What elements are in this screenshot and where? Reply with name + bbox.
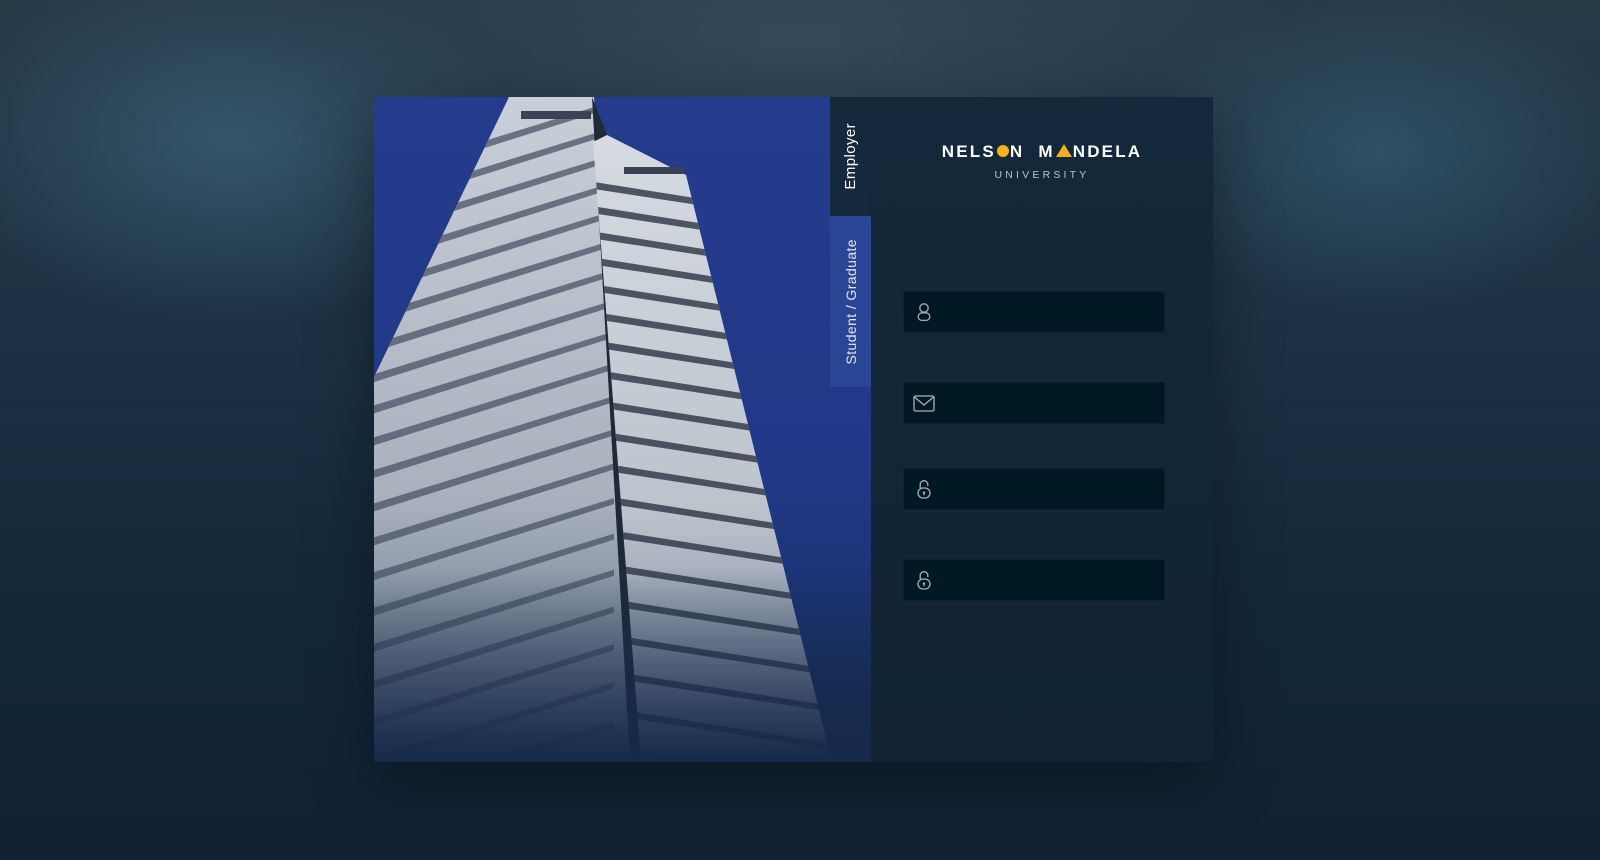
- tab-employer[interactable]: Employer: [830, 97, 871, 216]
- lock-icon: [904, 469, 944, 509]
- tab-employer-label: Employer: [842, 123, 859, 190]
- confirm-password-field: [903, 559, 1165, 601]
- building-illustration: [374, 97, 871, 762]
- logo-triangle-mark: [1055, 144, 1072, 157]
- password-field: [903, 468, 1165, 510]
- tab-student-graduate[interactable]: Student / Graduate: [830, 216, 871, 387]
- envelope-icon: [904, 383, 944, 423]
- username-input[interactable]: [944, 293, 1164, 331]
- logo-wordmark: NELS N M NDELA: [871, 142, 1213, 162]
- logo-subtitle: UNIVERSITY: [994, 169, 1090, 181]
- username-field: [903, 291, 1165, 333]
- password-input[interactable]: [944, 470, 1164, 508]
- lock-icon: [904, 560, 944, 600]
- logo-text-part: NDELA: [1072, 142, 1143, 161]
- signup-form-panel: NELS N M NDELA UNIVERSITY: [871, 97, 1213, 762]
- logo-text-part: N: [1009, 142, 1025, 161]
- user-icon: [904, 292, 944, 332]
- login-card: Employer Student / Graduate NELS N M NDELA …: [374, 97, 1213, 762]
- tab-student-graduate-label: Student / Graduate: [842, 238, 859, 365]
- building-photo: [374, 97, 871, 762]
- logo-text-part: M: [1038, 142, 1055, 161]
- university-logo: NELS N M NDELA UNIVERSITY: [871, 142, 1213, 181]
- logo-circle-mark: [996, 145, 1009, 157]
- login-screen: { "tabs": { "employer": "Employer", "stu…: [0, 0, 1600, 860]
- logo-text-part: NELS: [941, 142, 996, 161]
- email-input[interactable]: [944, 384, 1164, 422]
- email-field: [903, 382, 1165, 424]
- confirm-password-input[interactable]: [944, 561, 1164, 599]
